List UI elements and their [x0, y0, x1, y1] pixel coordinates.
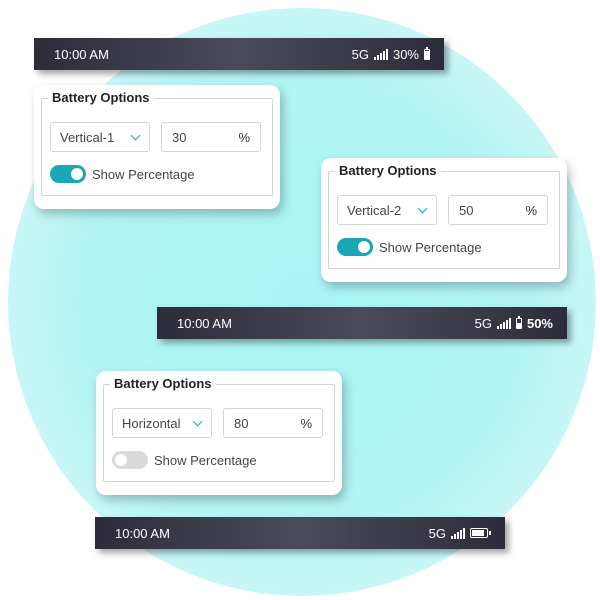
percentage-value: 30 [172, 129, 187, 145]
toggle-knob [71, 168, 83, 180]
status-bar-3: 10:00 AM 5G [95, 517, 505, 549]
chevron-down-icon [130, 130, 141, 141]
chevron-down-icon [192, 416, 203, 427]
percentage-value: 50 [459, 202, 474, 218]
battery-options-panel-1: Battery Options Vertical-1 30 % Show Per… [34, 85, 280, 209]
show-percentage-toggle[interactable] [112, 451, 148, 469]
status-bar-2: 10:00 AM 5G 50% [157, 307, 567, 339]
percentage-input[interactable]: 50 % [448, 195, 548, 225]
battery-percent-label: 50% [526, 315, 553, 331]
panel-legend: Battery Options [48, 90, 154, 105]
percent-unit: % [525, 202, 537, 218]
toggle-label: Show Percentage [379, 239, 482, 255]
battery-horizontal-icon [470, 528, 491, 538]
panel-legend: Battery Options [335, 163, 441, 178]
battery-vertical-icon [515, 315, 522, 329]
signal-icon [373, 48, 388, 60]
percentage-input[interactable]: 80 % [223, 408, 323, 438]
show-percentage-row: Show Percentage [50, 165, 195, 183]
chevron-down-icon [417, 203, 428, 214]
toggle-label: Show Percentage [92, 166, 195, 182]
status-indicators: 5G [429, 526, 491, 541]
battery-options-panel-2: Battery Options Vertical-2 50 % Show Per… [321, 158, 567, 282]
toggle-knob [115, 454, 127, 466]
battery-percent-label: 30% [392, 46, 419, 62]
network-label: 5G [428, 525, 446, 541]
signal-icon [451, 527, 465, 539]
network-label: 5G [351, 46, 369, 62]
select-value: Horizontal [122, 415, 181, 431]
status-time: 10:00 AM [115, 525, 170, 541]
panel-legend: Battery Options [110, 376, 216, 391]
show-percentage-row: Show Percentage [337, 238, 482, 256]
percentage-input[interactable]: 30 % [161, 122, 261, 152]
status-indicators: 5G 50% [474, 315, 553, 331]
percentage-value: 80 [234, 415, 249, 431]
battery-style-select[interactable]: Vertical-1 [50, 122, 150, 152]
battery-style-select[interactable]: Horizontal [112, 408, 212, 438]
status-time: 10:00 AM [54, 46, 109, 62]
status-time: 10:00 AM [177, 315, 232, 331]
toggle-label: Show Percentage [154, 452, 257, 468]
percent-unit: % [238, 129, 250, 145]
battery-fill [472, 530, 484, 536]
status-indicators: 5G 30% [351, 46, 430, 62]
signal-icon [496, 317, 511, 329]
battery-options-panel-3: Battery Options Horizontal 80 % Show Per… [96, 371, 342, 495]
battery-fill [425, 51, 429, 59]
select-value: Vertical-1 [60, 129, 115, 145]
battery-fill [516, 323, 521, 328]
show-percentage-row: Show Percentage [112, 451, 257, 469]
select-value: Vertical-2 [347, 202, 402, 218]
battery-vertical-icon [424, 46, 430, 60]
show-percentage-toggle[interactable] [337, 238, 373, 256]
battery-style-select[interactable]: Vertical-2 [337, 195, 437, 225]
show-percentage-toggle[interactable] [50, 165, 86, 183]
percent-unit: % [300, 415, 312, 431]
network-label: 5G [474, 315, 492, 331]
status-bar-1: 10:00 AM 5G 30% [34, 38, 444, 70]
toggle-knob [358, 241, 370, 253]
